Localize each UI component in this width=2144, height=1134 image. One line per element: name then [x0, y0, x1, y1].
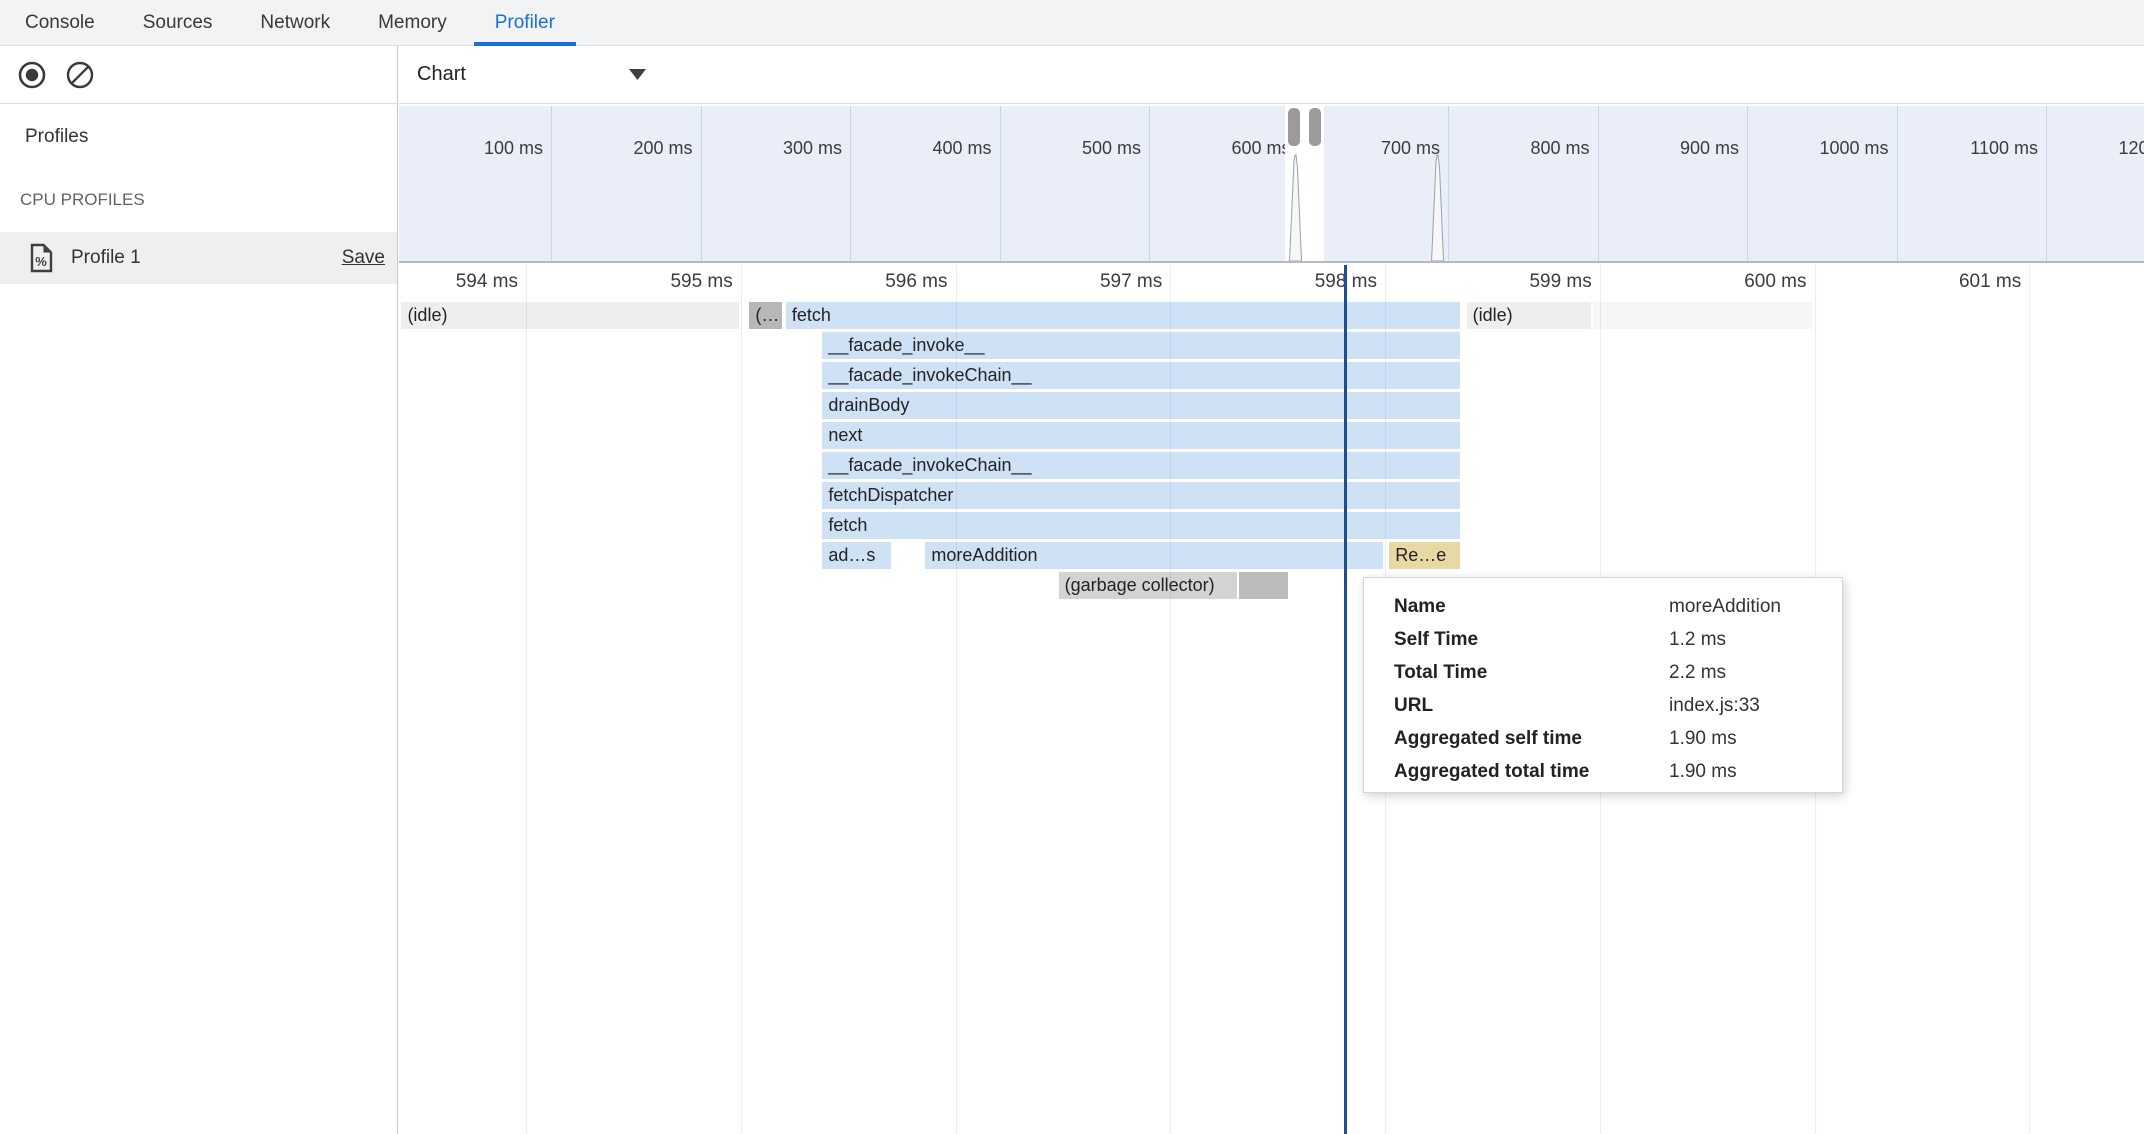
flame-block-fetch[interactable]: fetch — [786, 302, 1460, 329]
tooltip-value: 1.90 ms — [1669, 728, 1737, 750]
flame-block-garbage-collector[interactable]: (garbage collector) — [1059, 572, 1237, 599]
cpu-profiles-section-heading: CPU PROFILES — [20, 190, 145, 210]
devtools-tab-bar: Console Sources Network Memory Profiler — [0, 0, 2144, 46]
tooltip-label: Aggregated self time — [1394, 728, 1669, 750]
tab-network[interactable]: Network — [249, 0, 341, 46]
tab-sources[interactable]: Sources — [132, 0, 224, 46]
flame-block[interactable] — [1239, 572, 1288, 599]
tooltip-value: 1.2 ms — [1669, 629, 1726, 651]
tab-profiler[interactable]: Profiler — [484, 0, 566, 46]
tooltip: NamemoreAdditionSelf Time1.2 msTotal Tim… — [1363, 577, 1843, 793]
flame-chart[interactable]: (idle)(…fetch(idle)__facade_invoke____fa… — [399, 46, 2144, 1134]
tooltip-row: URLindex.js:33 — [1394, 689, 1842, 722]
flame-block-facade-invoke[interactable]: __facade_invoke__ — [822, 332, 1460, 359]
tooltip-value: 2.2 ms — [1669, 662, 1726, 684]
profile-document-icon: % — [30, 243, 53, 273]
profiles-heading: Profiles — [25, 126, 88, 148]
profiler-main-pane: Chart 100 ms200 ms300 ms400 ms500 ms600 … — [399, 46, 2144, 1134]
tab-console[interactable]: Console — [14, 0, 106, 46]
flame-block[interactable] — [1593, 302, 1812, 329]
sidebar-toolbar — [0, 46, 397, 104]
tooltip-label: URL — [1394, 695, 1669, 717]
tooltip-label: Total Time — [1394, 662, 1669, 684]
flame-block-drainbody[interactable]: drainBody — [822, 392, 1460, 419]
tooltip-row: Total Time2.2 ms — [1394, 656, 1842, 689]
tooltip-label: Self Time — [1394, 629, 1669, 651]
flame-block-idle[interactable]: (idle) — [401, 302, 738, 329]
tooltip-row: NamemoreAddition — [1394, 590, 1842, 623]
tooltip-value: moreAddition — [1669, 596, 1781, 618]
flame-block-re-e[interactable]: Re…e — [1389, 542, 1460, 569]
playhead-line — [1344, 265, 1347, 1134]
record-button[interactable] — [16, 59, 48, 91]
clear-button[interactable] — [64, 59, 96, 91]
clear-icon — [65, 60, 95, 90]
svg-text:%: % — [35, 254, 47, 269]
tooltip-value: 1.90 ms — [1669, 761, 1737, 783]
flame-block-idle[interactable]: (idle) — [1467, 302, 1592, 329]
flame-block-ad-s[interactable]: ad…s — [822, 542, 891, 569]
tooltip-row: Aggregated total time1.90 ms — [1394, 755, 1842, 788]
flame-block-next[interactable]: next — [822, 422, 1460, 449]
flame-block-fetchdispatcher[interactable]: fetchDispatcher — [822, 482, 1460, 509]
tooltip-label: Name — [1394, 596, 1669, 618]
tooltip-label: Aggregated total time — [1394, 761, 1669, 783]
save-link[interactable]: Save — [342, 247, 385, 269]
tooltip-row: Self Time1.2 ms — [1394, 623, 1842, 656]
tooltip-value: index.js:33 — [1669, 695, 1760, 717]
tab-memory[interactable]: Memory — [367, 0, 458, 46]
flame-block-facade-invokechain[interactable]: __facade_invokeChain__ — [822, 452, 1460, 479]
sidebar-item-profile-1[interactable]: % Profile 1 Save — [0, 232, 397, 284]
flame-block-fetch[interactable]: fetch — [822, 512, 1460, 539]
devtools-profiler-panel: Console Sources Network Memory Profiler — [0, 0, 2144, 1134]
flame-block-moreaddition[interactable]: moreAddition — [925, 542, 1382, 569]
tooltip-row: Aggregated self time1.90 ms — [1394, 722, 1842, 755]
flame-block-facade-invokechain[interactable]: __facade_invokeChain__ — [822, 362, 1460, 389]
profile-name: Profile 1 — [71, 247, 342, 269]
profiler-sidebar: Profiles CPU PROFILES % Profile 1 Save — [0, 46, 398, 1134]
flame-block-[interactable]: (… — [749, 302, 781, 329]
record-icon — [17, 60, 47, 90]
